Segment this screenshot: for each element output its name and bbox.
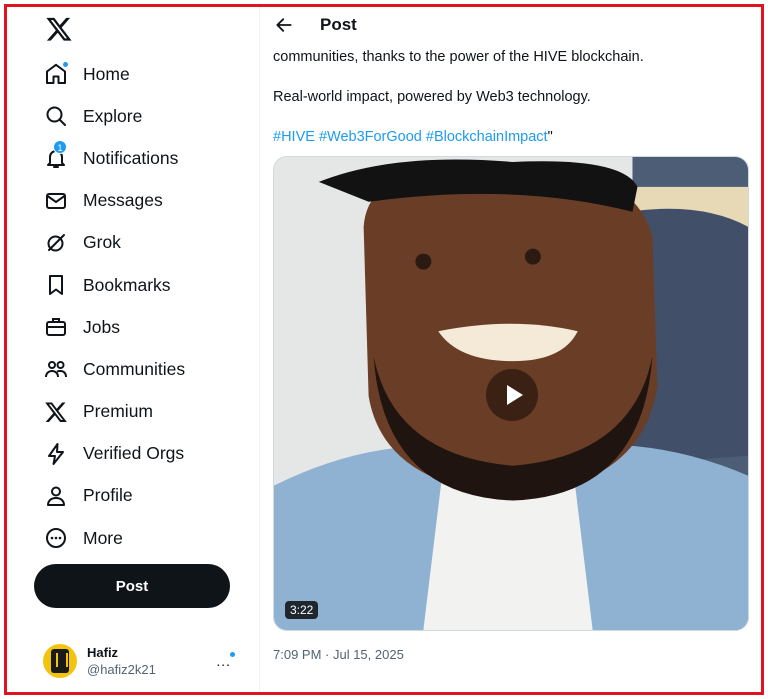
post-detail: Post communities, thanks to the power of… (260, 7, 761, 692)
hashtag-link[interactable]: #Web3ForGood (319, 129, 422, 145)
video-duration: 3:22 (285, 601, 319, 619)
post-hashtags: #HIVE #Web3ForGood #BlockchainImpact" (273, 129, 553, 145)
nav-item-jobs[interactable]: Jobs (31, 306, 241, 348)
hashtag-link[interactable]: #BlockchainImpact (426, 129, 548, 145)
nav-item-notifications[interactable]: 1 Notifications (31, 137, 241, 179)
briefcase-icon (44, 315, 68, 339)
grok-icon (44, 231, 68, 255)
search-icon (44, 104, 68, 128)
hashtag-link[interactable]: #HIVE (273, 129, 315, 145)
avatar (43, 644, 77, 678)
nav-item-profile[interactable]: Profile (31, 475, 241, 517)
nav-item-premium[interactable]: Premium (31, 391, 241, 433)
play-icon (506, 385, 523, 405)
nav-label: Bookmarks (83, 274, 171, 295)
x-logo-icon (44, 400, 68, 424)
person-icon (44, 484, 68, 508)
nav-item-more[interactable]: More (31, 517, 241, 559)
nav-label: Notifications (83, 147, 179, 168)
nav-label: Messages (83, 190, 163, 211)
nav-item-messages[interactable]: Messages (31, 180, 241, 222)
more-dots-icon[interactable]: ... (216, 651, 236, 669)
sidebar: Home Explore 1 Notifications Messages Gr… (7, 7, 259, 692)
nav-label: Premium (83, 401, 154, 422)
nav-item-grok[interactable]: Grok (31, 222, 241, 264)
nav-label: Profile (83, 485, 133, 506)
nav-label: Jobs (83, 316, 120, 337)
bookmark-icon (44, 273, 68, 297)
post-header: Post (260, 7, 761, 47)
nav-item-home[interactable]: Home (31, 53, 241, 95)
more-circle-icon (44, 526, 68, 550)
screenshot-frame: Home Explore 1 Notifications Messages Gr… (4, 4, 764, 695)
unread-dot (229, 651, 236, 658)
primary-nav: Home Explore 1 Notifications Messages Gr… (31, 53, 241, 559)
post-button[interactable]: Post (34, 564, 230, 608)
nav-item-communities[interactable]: Communities (31, 348, 241, 390)
video-player[interactable]: 3:22 (273, 156, 749, 631)
account-name: Hafiz (87, 645, 119, 660)
people-icon (44, 357, 68, 381)
post-text-line: communities, thanks to the power of the … (273, 49, 644, 65)
nav-item-bookmarks[interactable]: Bookmarks (31, 264, 241, 306)
nav-item-verified-orgs[interactable]: Verified Orgs (31, 433, 241, 475)
account-info: Hafiz @hafiz2k21 (87, 644, 156, 678)
envelope-icon (44, 189, 68, 213)
play-button[interactable] (486, 369, 538, 421)
back-arrow-icon[interactable] (274, 15, 294, 35)
home-icon (44, 61, 69, 86)
bell-icon: 1 (44, 140, 68, 170)
account-handle: @hafiz2k21 (87, 662, 156, 677)
post-timestamp[interactable]: 7:09 PM · Jul 15, 2025 (273, 647, 404, 662)
account-switcher[interactable]: Hafiz @hafiz2k21 ... (43, 641, 247, 681)
nav-item-explore[interactable]: Explore (31, 95, 241, 137)
x-logo-icon[interactable] (45, 15, 73, 43)
nav-label: Home (83, 63, 130, 84)
nav-label: Grok (83, 232, 121, 253)
nav-label: Communities (83, 358, 186, 379)
nav-label: More (83, 527, 123, 548)
nav-label: Verified Orgs (83, 443, 185, 464)
lightning-icon (44, 442, 68, 466)
page-title: Post (320, 15, 357, 34)
nav-label: Explore (83, 105, 143, 126)
quote-mark: " (547, 129, 553, 145)
post-text-line: Real-world impact, powered by Web3 techn… (273, 89, 591, 105)
